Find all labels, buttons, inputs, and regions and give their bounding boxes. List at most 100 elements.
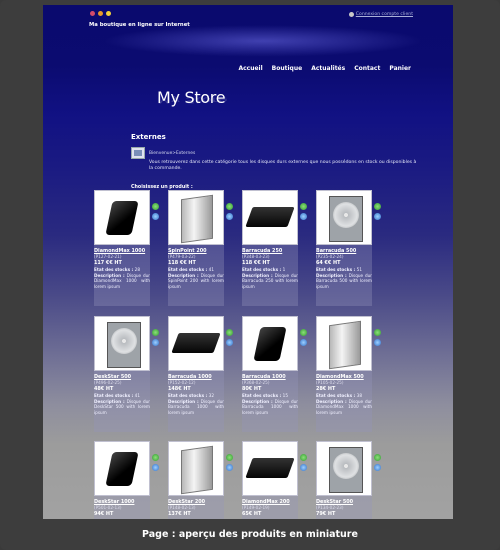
product-reference: (P105-02-25)	[316, 380, 344, 385]
product-card[interactable]: Barracuda 1000 (P368-02-25) 80€ HT Etat des…	[242, 316, 307, 432]
product-card[interactable]: DiamondMax 500 (P105-02-25) 28€ HT Etat des…	[316, 316, 381, 432]
account-link-label: Connexion compte client	[355, 12, 413, 17]
product-card[interactable]: DeskStar 200 (P148-02-13) 137€ HT	[168, 441, 233, 519]
add-to-cart-icon[interactable]	[226, 329, 233, 336]
product-thumbnail[interactable]	[168, 316, 224, 371]
product-price: 117 €€ HT	[94, 260, 122, 266]
product-info-icon[interactable]	[226, 464, 233, 471]
product-card[interactable]: DiamondMax 1000 (P127-02-21) 117 €€ HT Etat…	[94, 190, 159, 306]
disk-platter-icon	[333, 453, 359, 479]
nav-item-accueil[interactable]: Accueil	[238, 65, 262, 72]
nav-item-boutique[interactable]: Boutique	[272, 65, 303, 72]
product-reference: (P368-02-25)	[242, 380, 270, 385]
product-info-icon[interactable]	[226, 339, 233, 346]
add-to-cart-icon[interactable]	[152, 454, 159, 461]
product-card[interactable]: Barracuda 500 (P235-02-24) 64 €€ HT Etat de…	[316, 190, 381, 306]
add-to-cart-icon[interactable]	[374, 454, 381, 461]
product-card[interactable]: DeskStar 500 (P134-02-23) 79€ HT	[316, 441, 381, 519]
add-to-cart-icon[interactable]	[226, 203, 233, 210]
breadcrumb[interactable]: Bienvenue>Externes	[149, 151, 195, 156]
add-to-cart-icon[interactable]	[300, 203, 307, 210]
product-reference: (P149-02-19)	[242, 505, 270, 510]
product-stock: Etat des stocks : 1	[242, 267, 286, 272]
product-price: 65€ HT	[242, 511, 262, 517]
language-flag-icon[interactable]	[106, 11, 111, 16]
product-price: 48€ HT	[94, 386, 114, 392]
product-info-icon[interactable]	[300, 339, 307, 346]
add-to-cart-icon[interactable]	[152, 329, 159, 336]
external-drive-image	[245, 207, 295, 227]
product-thumbnail[interactable]	[316, 316, 372, 371]
product-stock: Etat des stocks : 15	[242, 393, 289, 398]
product-info-icon[interactable]	[300, 213, 307, 220]
nav-item-actualites[interactable]: Actualités	[311, 65, 345, 72]
product-thumbnail[interactable]	[242, 441, 298, 496]
product-price: 79€ HT	[316, 511, 336, 517]
nav-item-panier[interactable]: Panier	[389, 65, 411, 72]
add-to-cart-icon[interactable]	[226, 454, 233, 461]
product-card[interactable]: DeskStar 500 (P496-02-25) 48€ HT Etat des s…	[94, 316, 159, 432]
language-flag-icon[interactable]	[90, 11, 95, 16]
stock-label: Etat des stocks :	[242, 267, 283, 272]
category-image-icon	[131, 147, 145, 159]
product-price: 28€ HT	[316, 386, 336, 392]
product-thumbnail[interactable]	[316, 441, 372, 496]
add-to-cart-icon[interactable]	[300, 454, 307, 461]
category-title: Externes	[131, 133, 166, 141]
product-thumbnail[interactable]	[94, 441, 150, 496]
product-thumbnail[interactable]	[242, 190, 298, 245]
product-reference: (P501-02-13)	[94, 505, 122, 510]
product-price: 118 €€ HT	[242, 260, 270, 266]
language-flag-icon[interactable]	[98, 11, 103, 16]
product-card[interactable]: DiamondMax 200 (P149-02-19) 65€ HT	[242, 441, 307, 519]
product-card[interactable]: Barracuda 250 (P348-03-23) 118 €€ HT Etat d…	[242, 190, 307, 306]
product-thumbnail[interactable]	[94, 316, 150, 371]
product-thumbnail[interactable]	[242, 316, 298, 371]
hard-disk-image	[329, 447, 363, 493]
stock-label: Etat des stocks :	[94, 393, 135, 398]
add-to-cart-icon[interactable]	[300, 329, 307, 336]
product-info-icon[interactable]	[300, 464, 307, 471]
external-drive-image	[181, 194, 213, 244]
disk-platter-icon	[333, 202, 359, 228]
product-stock: Etat des stocks : 32	[168, 393, 215, 398]
product-info-icon[interactable]	[374, 339, 381, 346]
hard-disk-image	[107, 322, 141, 368]
user-icon	[348, 12, 354, 17]
category-description: Vous retrouverez dans cette catégorie to…	[149, 160, 417, 171]
product-description: Description : Disque dur Barracuda 1000 …	[168, 399, 224, 415]
product-thumbnail[interactable]	[168, 190, 224, 245]
product-card[interactable]: SpinPoint 200 (P479-03-22) 118 €€ HT Etat d…	[168, 190, 233, 306]
description-label: Description :	[242, 273, 275, 278]
add-to-cart-icon[interactable]	[374, 329, 381, 336]
product-info-icon[interactable]	[152, 213, 159, 220]
external-drive-image	[245, 458, 295, 478]
stock-label: Etat des stocks :	[168, 393, 209, 398]
description-label: Description :	[168, 399, 201, 404]
account-link[interactable]: Connexion compte client	[348, 12, 413, 17]
description-label: Description :	[94, 273, 127, 278]
language-flags	[90, 11, 111, 16]
external-drive-image	[105, 452, 139, 486]
product-info-icon[interactable]	[374, 464, 381, 471]
add-to-cart-icon[interactable]	[152, 203, 159, 210]
header-glow	[103, 25, 423, 57]
product-stock: Etat des stocks : 38	[316, 393, 363, 398]
add-to-cart-icon[interactable]	[374, 203, 381, 210]
disk-platter-icon	[111, 328, 137, 354]
product-thumbnail[interactable]	[316, 190, 372, 245]
product-reference: (P235-02-24)	[316, 254, 344, 259]
external-drive-image	[329, 320, 361, 370]
product-card[interactable]: Barracuda 1000 (P152-02-12) 148€ HT Etat de…	[168, 316, 233, 432]
nav-item-contact[interactable]: Contact	[354, 65, 380, 72]
product-info-icon[interactable]	[226, 213, 233, 220]
product-info-icon[interactable]	[152, 464, 159, 471]
product-stock: Etat des stocks : 41	[94, 393, 141, 398]
product-info-icon[interactable]	[152, 339, 159, 346]
stock-label: Etat des stocks :	[94, 267, 135, 272]
product-card[interactable]: DeskStar 1000 (P501-02-13) 94€ HT	[94, 441, 159, 519]
product-thumbnail[interactable]	[94, 190, 150, 245]
product-info-icon[interactable]	[374, 213, 381, 220]
product-thumbnail[interactable]	[168, 441, 224, 496]
external-drive-image	[181, 445, 213, 495]
